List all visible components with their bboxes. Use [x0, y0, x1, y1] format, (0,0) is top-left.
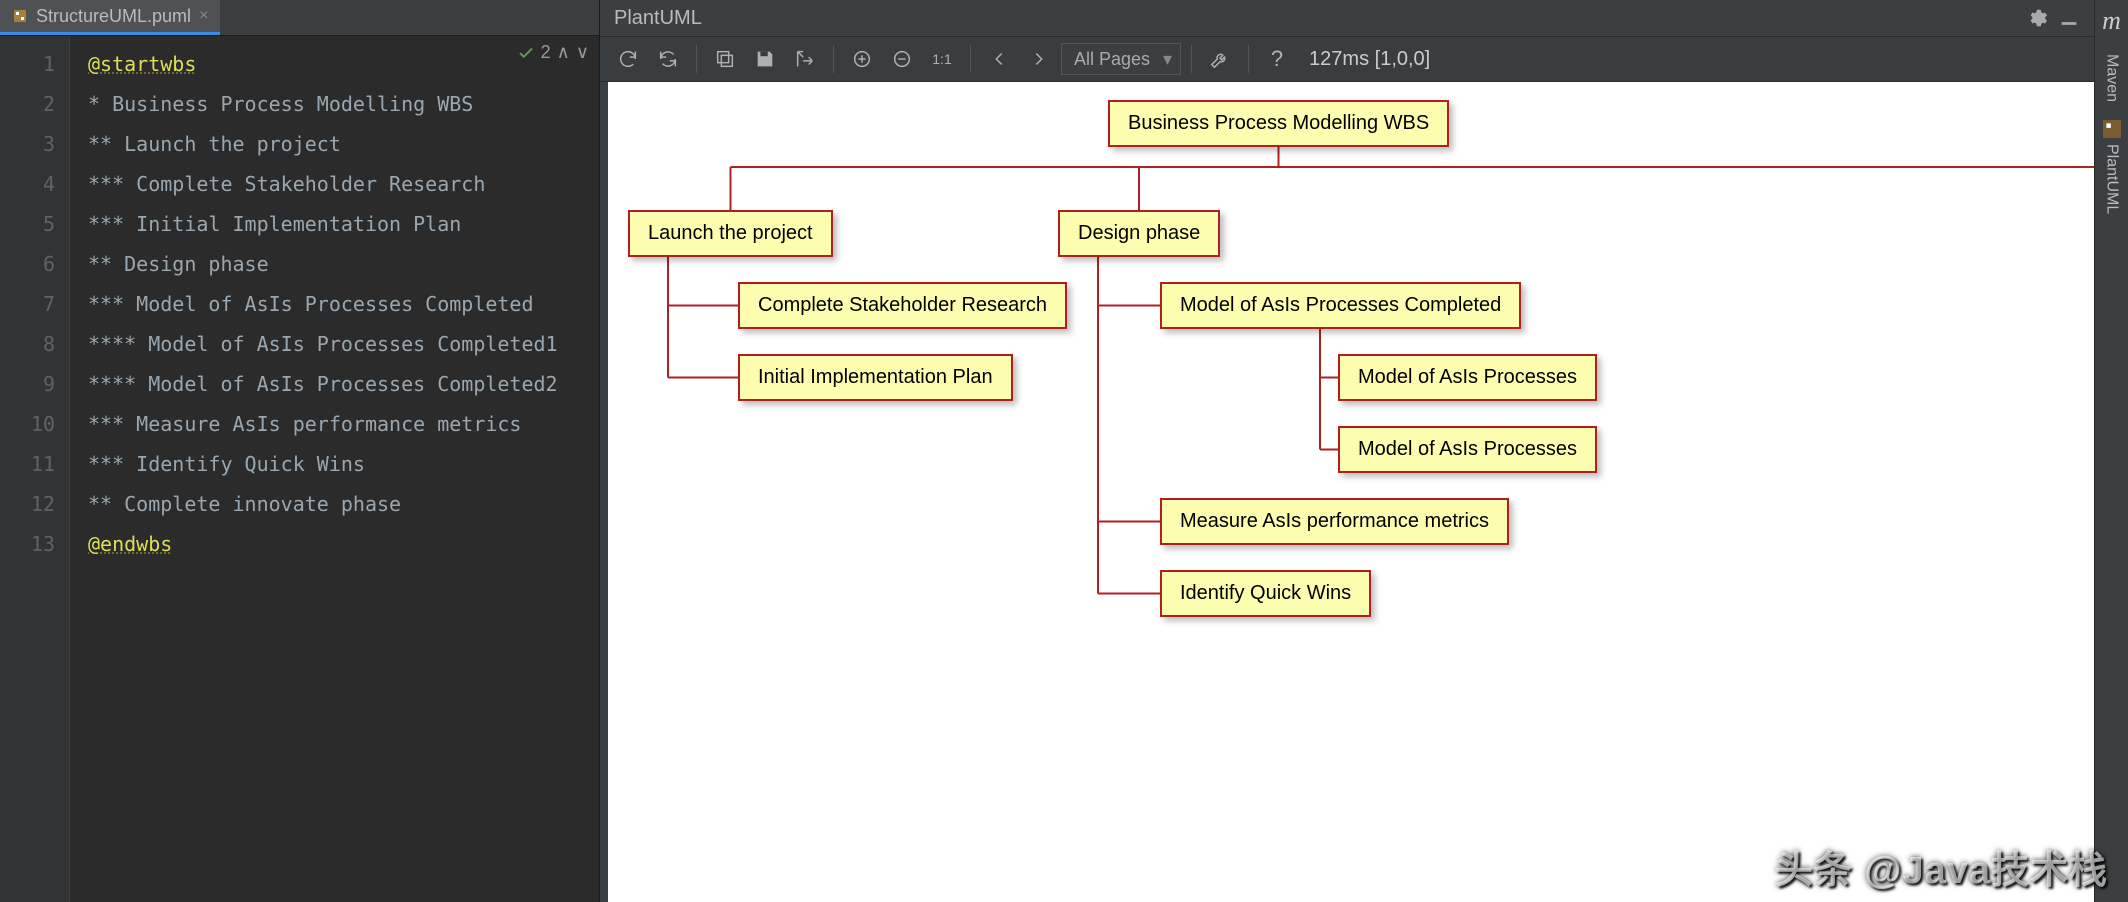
- wbs-node: Complete Stakeholder Research: [738, 282, 1067, 329]
- inspection-count: 2: [541, 42, 551, 63]
- file-tab[interactable]: StructureUML.puml ×: [0, 0, 220, 35]
- auto-refresh-icon[interactable]: [650, 41, 686, 77]
- zoom-in-icon[interactable]: [844, 41, 880, 77]
- wbs-node: Initial Implementation Plan: [738, 354, 1013, 401]
- preview-toolbar: 1:1 All Pages ? 127ms [1,0,0]: [600, 36, 2094, 82]
- wbs-node: Measure AsIs performance metrics: [1160, 498, 1509, 545]
- refresh-icon[interactable]: [610, 41, 646, 77]
- sidebar-item-maven[interactable]: Maven: [2103, 54, 2121, 102]
- inspection-widget[interactable]: 2 ∧ ∨: [517, 42, 589, 63]
- zoom-actual-icon[interactable]: 1:1: [924, 41, 960, 77]
- plantuml-icon: [2103, 120, 2121, 138]
- preview-title: PlantUML: [614, 7, 702, 30]
- wbs-node: Model of AsIs Processes: [1338, 426, 1597, 473]
- zoom-out-icon[interactable]: [884, 41, 920, 77]
- tab-filename: StructureUML.puml: [36, 6, 191, 27]
- help-icon[interactable]: ?: [1259, 41, 1295, 77]
- pages-combo[interactable]: All Pages: [1061, 43, 1181, 75]
- preview-header: PlantUML: [600, 0, 2094, 36]
- check-icon: [517, 44, 535, 62]
- preview-pane: PlantUML 1:1 All Pages ? 127ms [1,0,0]: [600, 0, 2094, 902]
- render-timing: 127ms [1,0,0]: [1309, 48, 1430, 71]
- wbs-node: Launch the project: [628, 210, 833, 257]
- diagram-area[interactable]: Business Process Modelling WBS Launch the…: [608, 82, 2094, 902]
- editor-body[interactable]: 12345678910111213 @startwbs* Business Pr…: [0, 36, 599, 902]
- close-tab-icon[interactable]: ×: [199, 7, 208, 25]
- forward-icon[interactable]: [1021, 41, 1057, 77]
- puml-file-icon: [12, 8, 28, 24]
- wrench-icon[interactable]: [1202, 41, 1238, 77]
- gear-icon[interactable]: [2026, 7, 2048, 29]
- m-logo-icon: m: [2102, 6, 2121, 36]
- editor-pane: StructureUML.puml × 12345678910111213 @s…: [0, 0, 600, 902]
- connector-lines: [608, 82, 2094, 902]
- next-highlight-icon[interactable]: ∨: [576, 42, 589, 63]
- tab-bar: StructureUML.puml ×: [0, 0, 599, 36]
- code-area[interactable]: @startwbs* Business Process Modelling WB…: [70, 36, 599, 902]
- wbs-node: Business Process Modelling WBS: [1108, 100, 1449, 147]
- wbs-node: Model of AsIs Processes Completed: [1160, 282, 1521, 329]
- right-tool-strip: m Maven PlantUML: [2094, 0, 2128, 902]
- save-icon[interactable]: [747, 41, 783, 77]
- minimize-icon[interactable]: [2058, 7, 2080, 29]
- wbs-node: Design phase: [1058, 210, 1220, 257]
- pages-combo-label: All Pages: [1074, 49, 1150, 70]
- export-icon[interactable]: [787, 41, 823, 77]
- wbs-node: Identify Quick Wins: [1160, 570, 1371, 617]
- line-gutter: 12345678910111213: [0, 36, 70, 902]
- wbs-node: Model of AsIs Processes: [1338, 354, 1597, 401]
- prev-highlight-icon[interactable]: ∧: [557, 42, 570, 63]
- sidebar-item-plantuml[interactable]: PlantUML: [2103, 120, 2121, 214]
- back-icon[interactable]: [981, 41, 1017, 77]
- copy-icon[interactable]: [707, 41, 743, 77]
